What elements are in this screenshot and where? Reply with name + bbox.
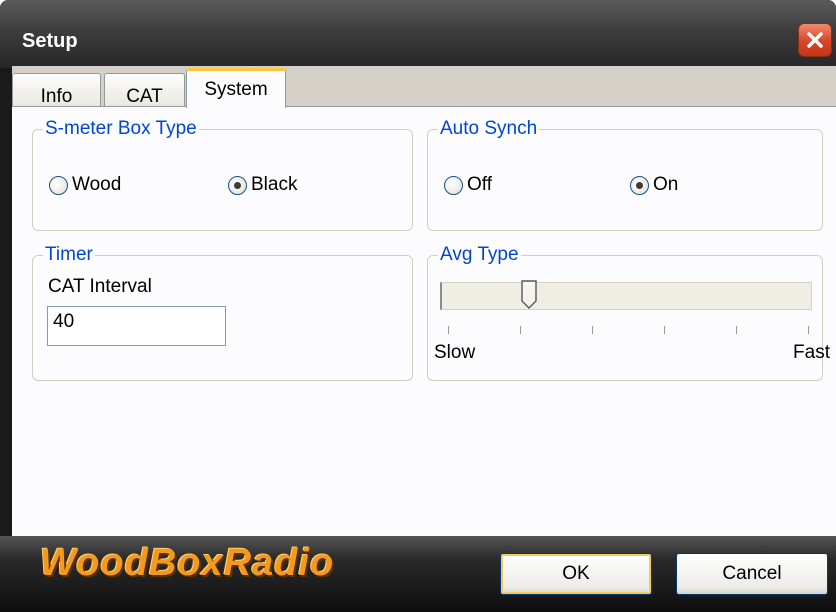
tab-system[interactable]: System: [186, 68, 286, 108]
slider-tick: [736, 326, 737, 334]
radio-off[interactable]: Off: [444, 174, 492, 196]
radio-off-indicator: [444, 175, 463, 195]
slider-thumb-icon[interactable]: [520, 280, 538, 310]
radio-wood-indicator: [49, 175, 68, 195]
slider-tick: [664, 326, 665, 334]
ok-button[interactable]: OK: [500, 553, 652, 595]
smeter-group-title: S-meter Box Type: [43, 118, 199, 140]
tab-info[interactable]: Info: [12, 73, 101, 107]
setup-window: Setup Info CAT System S-meter Box Type W…: [0, 0, 836, 612]
radio-wood-label: Wood: [72, 174, 122, 195]
radio-on-indicator: [630, 175, 649, 195]
tab-cat[interactable]: CAT: [104, 73, 185, 107]
slider-tick: [520, 326, 521, 334]
avg-type-group: Avg Type Slow Fast: [427, 244, 830, 381]
radio-off-label: Off: [467, 174, 492, 195]
tab-cat-label: CAT: [126, 86, 163, 107]
close-icon: [807, 32, 823, 48]
cat-interval-label: CAT Interval: [48, 276, 152, 297]
avg-type-slider-track[interactable]: [440, 282, 812, 310]
cancel-button[interactable]: Cancel: [676, 553, 828, 595]
autosynch-group-title: Auto Synch: [438, 118, 540, 140]
footer-bar: WoodBoxRadio OK Cancel: [0, 536, 836, 612]
title-bar[interactable]: Setup: [0, 0, 836, 68]
autosynch-group: Auto Synch Off On: [427, 118, 823, 231]
radio-wood[interactable]: Wood: [49, 174, 121, 196]
tab-strip: Info CAT System: [12, 66, 836, 108]
cat-interval-input[interactable]: 40: [47, 306, 226, 346]
radio-on-label: On: [653, 174, 679, 195]
radio-black-indicator: [228, 175, 247, 195]
timer-group: Timer CAT Interval 40: [32, 244, 413, 381]
slider-tick: [592, 326, 593, 334]
timer-group-title: Timer: [43, 244, 95, 266]
close-button[interactable]: [798, 23, 832, 57]
tab-info-label: Info: [40, 86, 73, 107]
smeter-group: S-meter Box Type Wood Black: [32, 118, 413, 231]
slider-tick: [808, 326, 809, 334]
avg-type-group-title: Avg Type: [438, 244, 521, 266]
radio-black[interactable]: Black: [228, 174, 297, 196]
radio-on[interactable]: On: [630, 174, 678, 196]
radio-black-label: Black: [251, 174, 298, 195]
avg-type-max-label: Fast: [793, 342, 830, 363]
window-title: Setup: [22, 30, 78, 52]
brand-logo: WoodBoxRadio: [40, 542, 335, 584]
avg-type-min-label: Slow: [434, 342, 476, 363]
slider-tick: [448, 326, 449, 334]
tab-panel-system: S-meter Box Type Wood Black Auto Synch O…: [12, 106, 836, 536]
tab-system-label: System: [204, 79, 268, 100]
